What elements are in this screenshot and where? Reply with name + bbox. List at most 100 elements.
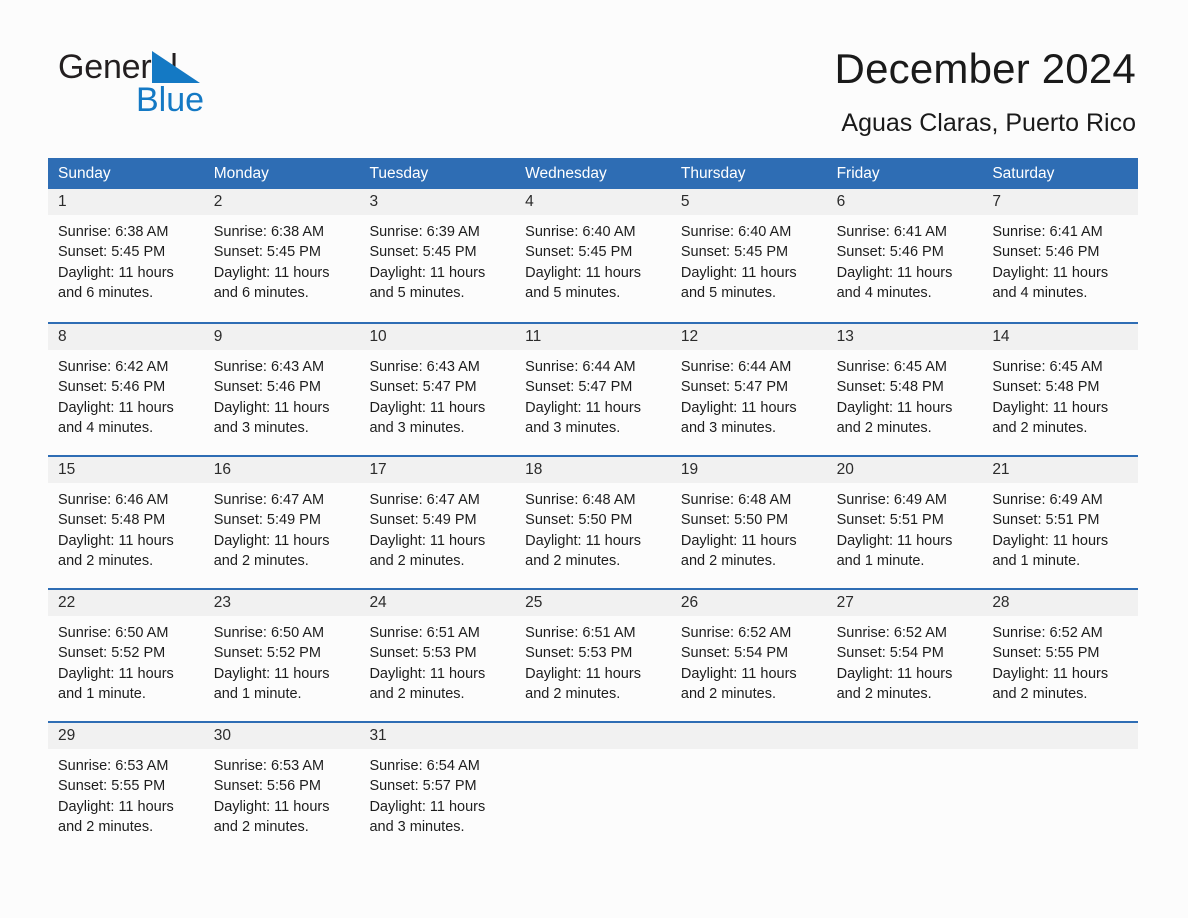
day-number-band: 12	[670, 324, 827, 350]
sunset-text: Sunset: 5:47 PM	[680, 379, 789, 396]
day-cell[interactable]: 22 Sunrise: 6:50 AM Sunset: 5:52 PM Dayl…	[48, 590, 204, 721]
sunrise-text: Sunrise: 6:42 AM	[58, 359, 169, 375]
daylight-text-line2: and 2 minutes.	[836, 685, 932, 702]
day-cell[interactable]: 23 Sunrise: 6:50 AM Sunset: 5:52 PM Dayl…	[203, 590, 360, 721]
day-number-band: 22	[48, 590, 204, 616]
day-cell[interactable]: 26 Sunrise: 6:52 AM Sunset: 5:54 PM Dayl…	[670, 590, 827, 721]
day-details: Sunrise: 6:49 AM Sunset: 5:51 PM Dayligh…	[982, 483, 1138, 571]
weekday-header-thursday: Thursday	[680, 165, 746, 182]
day-number: 13	[836, 328, 854, 345]
day-cell[interactable]: 19 Sunrise: 6:48 AM Sunset: 5:50 PM Dayl…	[670, 457, 827, 588]
day-number: 4	[525, 193, 534, 210]
daylight-text-line2: and 4 minutes.	[992, 284, 1088, 301]
sunset-text: Sunset: 5:48 PM	[992, 379, 1100, 396]
sunrise-text: Sunrise: 6:51 AM	[369, 625, 480, 641]
day-number-band	[670, 723, 827, 749]
day-cell[interactable]: 27 Sunrise: 6:52 AM Sunset: 5:54 PM Dayl…	[826, 590, 983, 721]
day-cell[interactable]: 3 Sunrise: 6:39 AM Sunset: 5:45 PM Dayli…	[359, 189, 516, 322]
day-cell[interactable]: 10 Sunrise: 6:43 AM Sunset: 5:47 PM Dayl…	[359, 324, 516, 455]
sunset-text: Sunset: 5:50 PM	[680, 512, 789, 529]
day-cell[interactable]: 30 Sunrise: 6:53 AM Sunset: 5:56 PM Dayl…	[203, 723, 360, 854]
day-cell[interactable]: 4 Sunrise: 6:40 AM Sunset: 5:45 PM Dayli…	[515, 189, 671, 322]
daylight-text-line1: Daylight: 11 hours	[836, 264, 953, 281]
sunset-text: Sunset: 5:45 PM	[525, 244, 633, 261]
day-cell[interactable]: 17 Sunrise: 6:47 AM Sunset: 5:49 PM Dayl…	[359, 457, 516, 588]
daylight-text-line1: Daylight: 11 hours	[992, 399, 1109, 416]
day-cell[interactable]: 16 Sunrise: 6:47 AM Sunset: 5:49 PM Dayl…	[203, 457, 360, 588]
day-details: Sunrise: 6:53 AM Sunset: 5:55 PM Dayligh…	[48, 749, 204, 837]
day-number: 25	[525, 594, 543, 611]
daylight-text-line1: Daylight: 11 hours	[58, 264, 174, 281]
day-cell[interactable]: 20 Sunrise: 6:49 AM Sunset: 5:51 PM Dayl…	[826, 457, 983, 588]
daylight-text-line2: and 2 minutes.	[58, 818, 154, 835]
day-number: 8	[58, 328, 67, 345]
sunset-text: Sunset: 5:46 PM	[836, 244, 944, 261]
daylight-text-line2: and 2 minutes.	[58, 552, 154, 569]
day-number-band: 14	[982, 324, 1139, 350]
day-details: Sunrise: 6:44 AM Sunset: 5:47 PM Dayligh…	[515, 350, 671, 438]
day-number-band: 8	[48, 324, 204, 350]
page-subtitle: Aguas Claras, Puerto Rico	[841, 109, 1136, 137]
sunset-text: Sunset: 5:48 PM	[58, 512, 166, 529]
day-details: Sunrise: 6:51 AM Sunset: 5:53 PM Dayligh…	[359, 616, 515, 704]
day-number-band	[826, 723, 983, 749]
sunset-text: Sunset: 5:56 PM	[213, 778, 321, 795]
daylight-text-line1: Daylight: 11 hours	[836, 399, 953, 416]
day-cell[interactable]: 2 Sunrise: 6:38 AM Sunset: 5:45 PM Dayli…	[203, 189, 360, 322]
day-cell[interactable]: 24 Sunrise: 6:51 AM Sunset: 5:53 PM Dayl…	[359, 590, 516, 721]
daylight-text-line1: Daylight: 11 hours	[525, 665, 641, 682]
day-cell[interactable]: 21 Sunrise: 6:49 AM Sunset: 5:51 PM Dayl…	[982, 457, 1139, 588]
day-number: 27	[836, 594, 854, 611]
sunrise-text: Sunrise: 6:38 AM	[58, 224, 169, 240]
daylight-text-line2: and 2 minutes.	[836, 419, 932, 436]
sunrise-text: Sunrise: 6:52 AM	[836, 625, 948, 641]
day-cell[interactable]: 12 Sunrise: 6:44 AM Sunset: 5:47 PM Dayl…	[670, 324, 827, 455]
day-cell[interactable]: 18 Sunrise: 6:48 AM Sunset: 5:50 PM Dayl…	[515, 457, 671, 588]
daylight-text-line2: and 3 minutes.	[213, 419, 309, 436]
day-number: 24	[369, 594, 387, 611]
daylight-text-line2: and 3 minutes.	[525, 419, 621, 436]
day-cell[interactable]: 8 Sunrise: 6:42 AM Sunset: 5:46 PM Dayli…	[48, 324, 204, 455]
day-cell[interactable]: 13 Sunrise: 6:45 AM Sunset: 5:48 PM Dayl…	[826, 324, 983, 455]
daylight-text-line2: and 6 minutes.	[213, 284, 309, 301]
day-cell[interactable]: 6 Sunrise: 6:41 AM Sunset: 5:46 PM Dayli…	[826, 189, 983, 322]
day-cell[interactable]: 7 Sunrise: 6:41 AM Sunset: 5:46 PM Dayli…	[982, 189, 1139, 322]
day-details: Sunrise: 6:52 AM Sunset: 5:54 PM Dayligh…	[671, 616, 827, 704]
day-cell[interactable]: 15 Sunrise: 6:46 AM Sunset: 5:48 PM Dayl…	[48, 457, 204, 588]
sunset-text: Sunset: 5:55 PM	[992, 645, 1100, 662]
daylight-text-line2: and 2 minutes.	[525, 685, 621, 702]
weekday-header-friday: Friday	[836, 165, 880, 182]
day-number-band: 21	[982, 457, 1139, 483]
sunset-text: Sunset: 5:49 PM	[213, 512, 321, 529]
day-details: Sunrise: 6:50 AM Sunset: 5:52 PM Dayligh…	[204, 616, 360, 704]
daylight-text-line1: Daylight: 11 hours	[58, 798, 174, 815]
day-number-band	[982, 723, 1139, 749]
sunrise-text: Sunrise: 6:39 AM	[369, 224, 480, 240]
day-cell[interactable]: 5 Sunrise: 6:40 AM Sunset: 5:45 PM Dayli…	[670, 189, 827, 322]
day-details: Sunrise: 6:46 AM Sunset: 5:48 PM Dayligh…	[48, 483, 204, 571]
triangle-icon	[152, 51, 200, 83]
day-number-band: 11	[515, 324, 671, 350]
sunset-text: Sunset: 5:47 PM	[369, 379, 477, 396]
day-cell[interactable]: 29 Sunrise: 6:53 AM Sunset: 5:55 PM Dayl…	[48, 723, 204, 854]
day-details: Sunrise: 6:45 AM Sunset: 5:48 PM Dayligh…	[827, 350, 983, 438]
sunset-text: Sunset: 5:46 PM	[58, 379, 166, 396]
day-cell[interactable]: 28 Sunrise: 6:52 AM Sunset: 5:55 PM Dayl…	[982, 590, 1139, 721]
day-cell[interactable]: 25 Sunrise: 6:51 AM Sunset: 5:53 PM Dayl…	[515, 590, 671, 721]
day-cell[interactable]: 1 Sunrise: 6:38 AM Sunset: 5:45 PM Dayli…	[48, 189, 204, 322]
day-number-band: 27	[826, 590, 983, 616]
sunrise-text: Sunrise: 6:45 AM	[992, 359, 1103, 375]
sunrise-text: Sunrise: 6:53 AM	[213, 758, 325, 774]
day-number: 19	[680, 461, 699, 478]
day-cell[interactable]: 31 Sunrise: 6:54 AM Sunset: 5:57 PM Dayl…	[359, 723, 516, 854]
day-number: 22	[58, 594, 76, 611]
day-cell[interactable]: 9 Sunrise: 6:43 AM Sunset: 5:46 PM Dayli…	[203, 324, 360, 455]
daylight-text-line2: and 2 minutes.	[992, 419, 1088, 436]
sunset-text: Sunset: 5:50 PM	[525, 512, 633, 529]
day-cell[interactable]: 14 Sunrise: 6:45 AM Sunset: 5:48 PM Dayl…	[982, 324, 1139, 455]
daylight-text-line2: and 2 minutes.	[680, 552, 776, 569]
daylight-text-line1: Daylight: 11 hours	[680, 532, 797, 549]
daylight-text-line2: and 2 minutes.	[369, 685, 465, 702]
day-details: Sunrise: 6:45 AM Sunset: 5:48 PM Dayligh…	[982, 350, 1138, 438]
day-cell[interactable]: 11 Sunrise: 6:44 AM Sunset: 5:47 PM Dayl…	[515, 324, 671, 455]
